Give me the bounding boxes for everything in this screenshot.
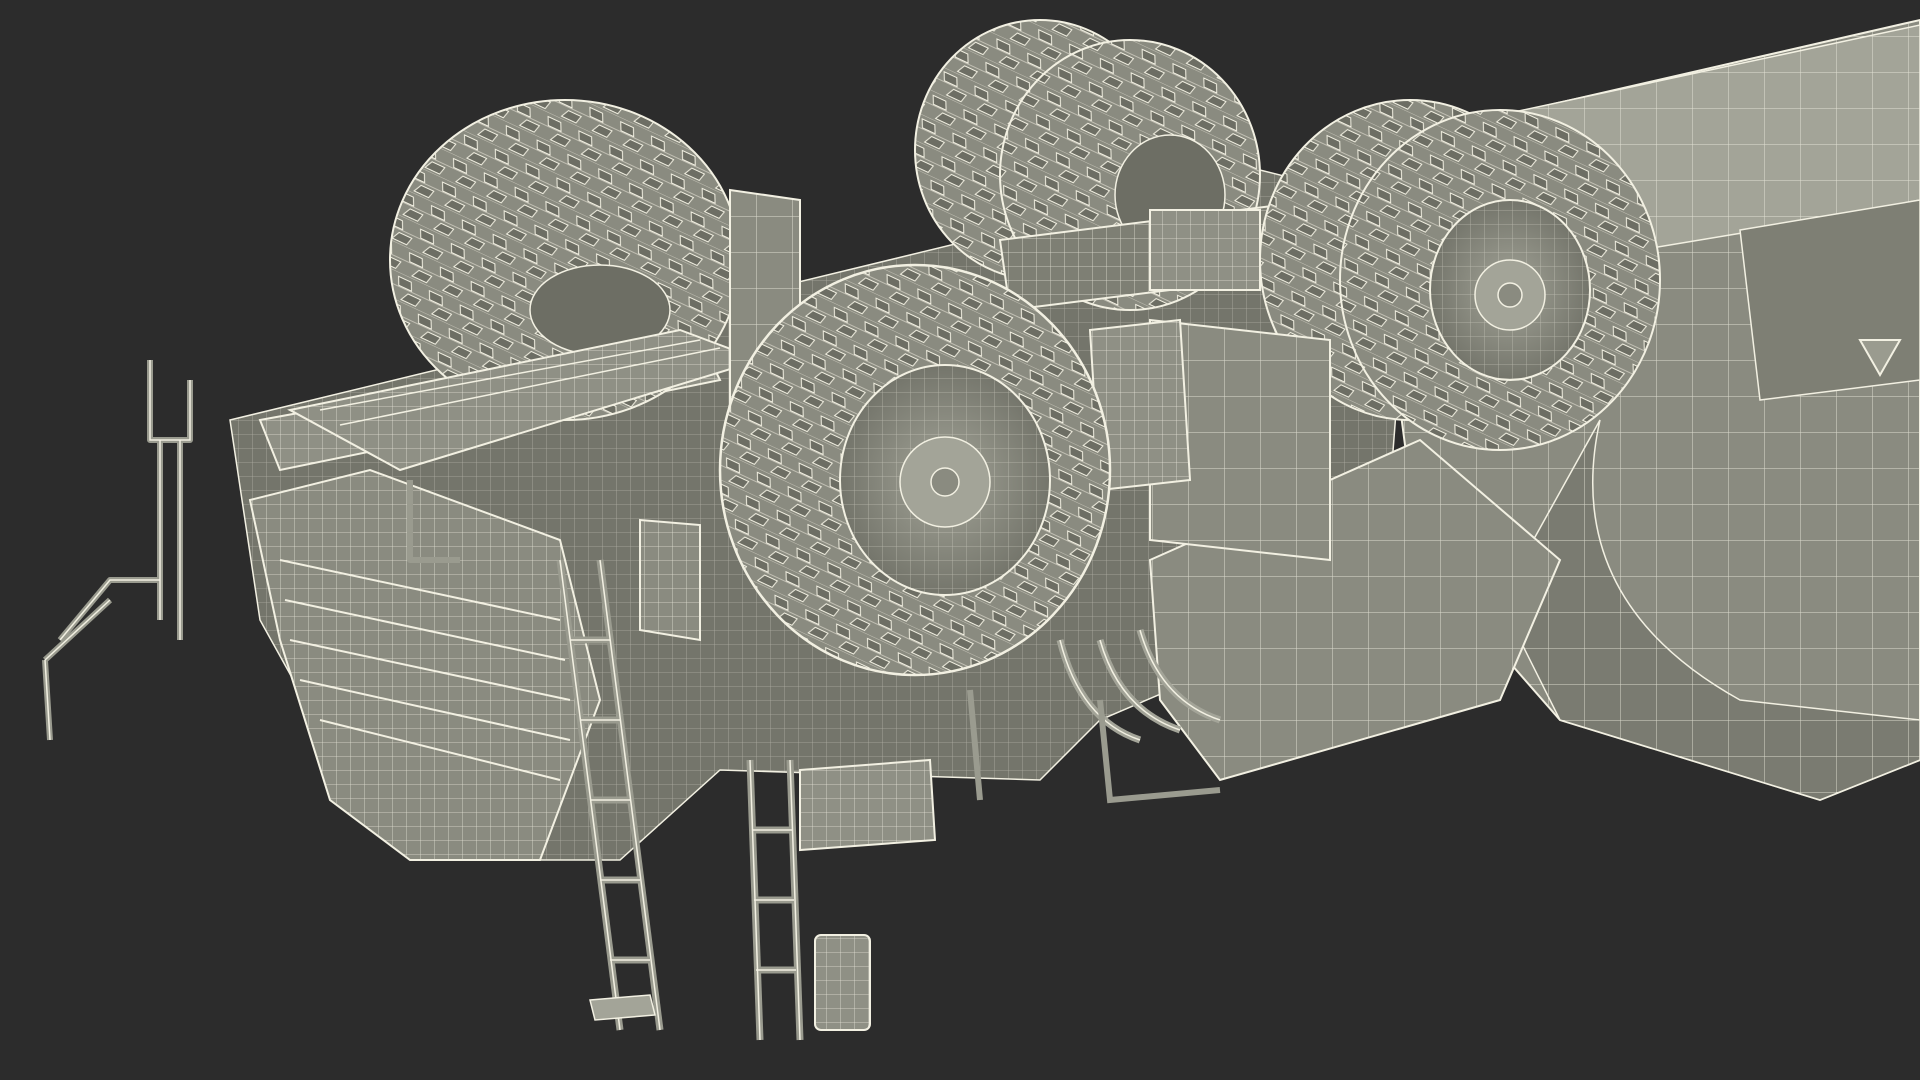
handrails-wire bbox=[44, 360, 191, 741]
truck-wireframe-render bbox=[42, 18, 1920, 1041]
render-viewport bbox=[0, 0, 1920, 1080]
front-right-tire bbox=[718, 263, 1112, 677]
step-plate bbox=[589, 934, 871, 1031]
